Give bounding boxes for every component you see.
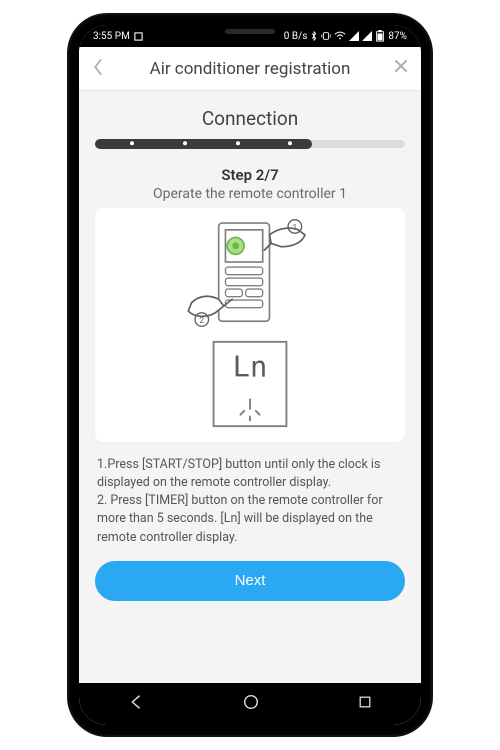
nav-home-icon[interactable] (242, 693, 260, 715)
progress-bar (95, 138, 405, 148)
instructions-text: 1.Press [START/STOP] button until only t… (95, 456, 405, 547)
page-title: Air conditioner registration (115, 59, 385, 79)
nav-back-icon[interactable] (127, 693, 145, 715)
section-title: Connection (95, 107, 405, 130)
bluetooth-icon (310, 31, 318, 41)
nav-recent-icon[interactable] (357, 694, 373, 714)
next-button[interactable]: Next (95, 561, 405, 601)
signal-icon (349, 31, 359, 41)
android-nav-bar (79, 683, 421, 725)
svg-text:1: 1 (292, 223, 297, 233)
progress-dots (95, 138, 405, 148)
step-label: Step 2/7 (95, 166, 405, 184)
step-subtitle: Operate the remote controller 1 (95, 186, 405, 202)
app-indicator-icon (134, 32, 143, 41)
ln-display-icon: Ln (206, 338, 294, 430)
content-area: Connection Step 2/7 Operate the remote c… (79, 91, 421, 683)
svg-text:2: 2 (199, 316, 204, 326)
app-bar: Air conditioner registration (79, 47, 421, 91)
screen: 3:55 PM 0 B/s (79, 25, 421, 725)
display-illustration: Ln (206, 338, 294, 432)
battery-icon (375, 30, 385, 42)
remote-illustration-icon: 1 2 (185, 218, 315, 328)
back-button[interactable] (91, 57, 115, 81)
instruction-line-1: 1.Press [START/STOP] button until only t… (97, 456, 403, 492)
vibrate-icon (321, 31, 331, 41)
wifi-icon (334, 31, 346, 41)
display-text: Ln (233, 349, 268, 383)
instruction-line-2: 2. Press [TIMER] button on the remote co… (97, 492, 403, 546)
close-button[interactable] (385, 58, 409, 79)
phone-frame: 3:55 PM 0 B/s (69, 15, 431, 735)
status-time: 3:55 PM (93, 31, 130, 42)
status-data-rate: 0 B/s (284, 31, 308, 42)
signal-icon-2 (362, 31, 372, 41)
status-battery-percent: 87% (388, 31, 407, 42)
phone-speaker (225, 29, 275, 34)
step-header: Step 2/7 Operate the remote controller 1 (95, 166, 405, 202)
illustration-card: 1 2 Ln (95, 208, 405, 442)
